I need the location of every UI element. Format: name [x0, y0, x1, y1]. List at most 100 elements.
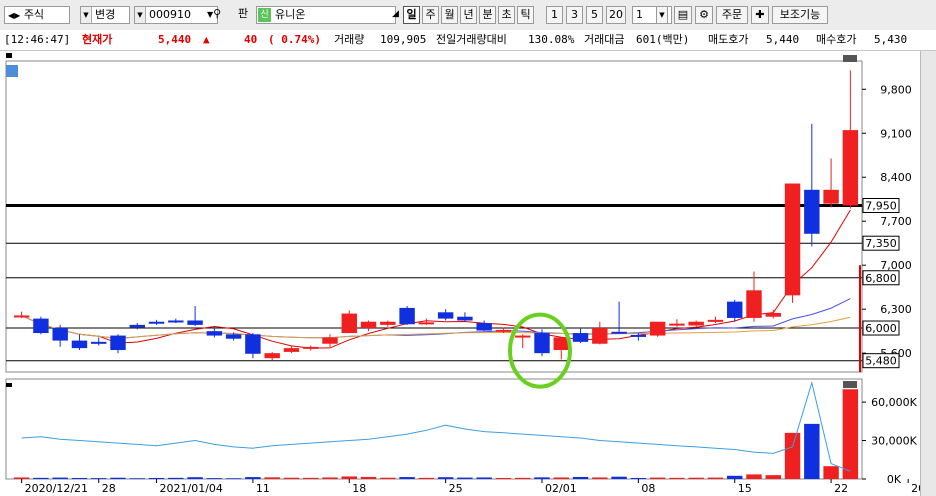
volume-bar — [553, 477, 569, 479]
candle-body — [765, 312, 781, 317]
market-toggle-icon: ◀▶ — [8, 11, 21, 20]
price-tick-label: 9,800 — [880, 83, 912, 96]
volume-tick-label: 0K — [887, 473, 902, 486]
volume-bar — [148, 477, 165, 479]
count-dropdown-icon[interactable]: ▼ — [656, 6, 668, 24]
add-icon[interactable]: ✚ — [751, 6, 769, 24]
date-tick-label: 2021/02/24 — [911, 482, 920, 495]
time-text: [12:46:47] — [4, 33, 71, 46]
ask-value: 5,440 — [766, 33, 800, 46]
amount-label: 거래대금 — [584, 33, 625, 46]
price-change-pct: ( 0.74%) — [268, 33, 321, 46]
candle-body — [264, 353, 280, 359]
volume-bar — [630, 477, 647, 479]
candle-body — [746, 290, 762, 318]
volume-bar — [187, 477, 203, 479]
volume-bar — [264, 477, 280, 479]
dropdown-icon: ▼ — [81, 7, 92, 23]
change-select[interactable]: ▼ 변경 — [80, 6, 130, 24]
volume-bar — [52, 477, 68, 479]
volume-bar — [842, 389, 859, 479]
save-icon[interactable]: ▤ — [674, 6, 692, 24]
order-button[interactable]: 주문 — [716, 6, 748, 24]
candle-body — [225, 334, 242, 339]
market-label: 주식 — [23, 8, 45, 21]
right-scroll-strip[interactable] — [920, 51, 936, 496]
candle-body — [649, 321, 666, 336]
candle-body — [52, 328, 68, 341]
volume-bar — [13, 477, 30, 479]
settings-icon[interactable]: ⚙ — [695, 6, 713, 24]
board-label[interactable]: 판 — [238, 6, 248, 24]
period-button-3[interactable]: 년 — [460, 6, 477, 24]
period-button-5[interactable]: 초 — [498, 6, 515, 24]
price-tick-label: 7,000 — [880, 259, 912, 272]
amount-value: 601(백만) — [636, 33, 690, 46]
prev-volume-ratio: 130.08% — [528, 33, 575, 46]
volume-bar — [804, 423, 820, 479]
stock-name-field[interactable]: 신 유니온 — [256, 6, 396, 24]
price-tick-label: 9,100 — [880, 127, 912, 140]
candle-body — [168, 320, 184, 323]
dropdown-icon: ▼ — [135, 7, 146, 23]
volume-bar — [399, 477, 415, 479]
price-level-label: 6,000 — [865, 322, 897, 335]
volume-bar — [572, 476, 589, 479]
code-input[interactable]: ▼ 000910 — [134, 6, 218, 24]
candle-body — [399, 307, 415, 325]
candle-body — [534, 333, 550, 354]
code-value: 000910 — [149, 8, 191, 21]
aux-function-button[interactable]: 보조기능 — [772, 6, 828, 24]
interval-button-20[interactable]: 20 — [606, 6, 626, 24]
interval-button-3[interactable]: 3 — [566, 6, 583, 24]
date-tick-label: 08 — [641, 482, 655, 495]
market-select[interactable]: ◀▶ 주식 — [4, 6, 70, 24]
date-tick-label: 02/01 — [545, 482, 577, 495]
period-button-2[interactable]: 월 — [441, 6, 458, 24]
candlestick-chart[interactable]: 9,8009,1008,4007,7007,0006,3005,6007,950… — [0, 51, 920, 496]
volume-label: 거래량 — [334, 33, 365, 46]
period-button-6[interactable]: 틱 — [517, 6, 534, 24]
period-button-0[interactable]: 일 — [403, 6, 420, 24]
volume-bar — [283, 477, 300, 479]
date-tick-label: 11 — [256, 482, 270, 495]
period-button-1[interactable]: 주 — [422, 6, 439, 24]
date-tick-label: 2020/12/21 — [25, 482, 88, 495]
candle-body — [148, 321, 165, 324]
change-label: 변경 — [95, 8, 116, 21]
volume-bar — [91, 478, 107, 479]
candle-body — [303, 346, 319, 349]
volume-bar — [322, 477, 338, 479]
candle-body — [341, 313, 357, 334]
price-tick-label: 8,400 — [880, 171, 912, 184]
resize-icon: ◢ — [392, 9, 399, 19]
interval-button-5[interactable]: 5 — [586, 6, 603, 24]
candle-body — [33, 318, 49, 334]
chart-area[interactable]: 9,8009,1008,4007,7007,0006,3005,6007,950… — [0, 51, 920, 496]
candle-body — [727, 301, 743, 318]
new-badge: 신 — [258, 8, 271, 22]
volume-bar — [303, 477, 319, 479]
candle-body — [322, 337, 338, 344]
period-button-4[interactable]: 분 — [479, 6, 496, 24]
volume-bar — [206, 478, 223, 479]
volume-bar — [823, 466, 839, 479]
price-level-label: 7,950 — [865, 200, 897, 213]
cursor-mode-icon — [6, 65, 18, 77]
candle-body — [245, 334, 261, 354]
candle-body — [630, 334, 647, 337]
volume-bar — [707, 477, 724, 479]
candle-body — [91, 341, 107, 344]
search-button[interactable]: ▼⚲ — [207, 6, 229, 24]
volume-bar — [688, 477, 704, 479]
price-level-label: 6,800 — [865, 272, 897, 285]
volume-bar — [380, 477, 396, 479]
volume-bar — [515, 477, 531, 479]
interval-button-1[interactable]: 1 — [546, 6, 563, 24]
magnifier-icon: ⚲ — [213, 7, 222, 20]
volume-tick-label: 60,000K — [871, 396, 917, 409]
price-change: 40 — [244, 33, 258, 46]
count-value: 1 — [636, 8, 643, 21]
volume-bar — [71, 477, 88, 479]
pane-close-icon — [843, 55, 857, 62]
